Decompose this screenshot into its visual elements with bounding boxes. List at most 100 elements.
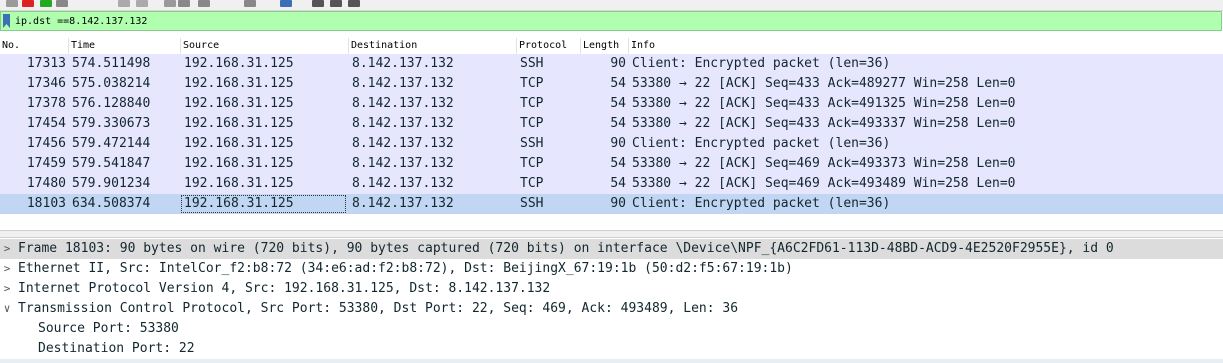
chevron-right-icon[interactable]: > (2, 259, 12, 279)
packet-info: 53380 → 22 [ACK] Seq=433 Ack=493337 Win=… (632, 116, 1016, 131)
packet-row[interactable]: 17454 579.330673 192.168.31.125 8.142.137.1… (0, 114, 1223, 134)
packet-destination: 8.142.137.132 (352, 196, 454, 211)
packet-time: 579.330673 (72, 116, 151, 131)
first-packet-icon[interactable] (178, 0, 190, 7)
detail-tree-item[interactable]: > Frame 18103: 90 bytes on wire (720 bits… (0, 239, 1223, 259)
packet-length: 90 (610, 196, 626, 211)
packet-destination: 8.142.137.132 (352, 176, 454, 191)
packet-protocol: TCP (520, 96, 544, 111)
detail-tree-item[interactable]: Source Port: 53380 (0, 319, 1223, 339)
close-file-icon[interactable] (22, 0, 34, 7)
last-packet-icon[interactable] (198, 0, 210, 7)
zoom-out-icon[interactable] (330, 0, 342, 7)
packet-row[interactable]: 17378 576.128840 192.168.31.125 8.142.137.1… (0, 94, 1223, 114)
packet-source: 192.168.31.125 (184, 136, 294, 151)
column-header-source[interactable]: Source (180, 38, 348, 54)
detail-tree-label: Transmission Control Protocol, Src Port:… (18, 301, 739, 316)
colorize-icon[interactable] (280, 0, 292, 7)
packet-no: 17459 (26, 156, 66, 171)
packet-source: 192.168.31.125 (184, 156, 294, 171)
go-back-icon[interactable] (118, 0, 130, 7)
packet-length: 90 (610, 136, 626, 151)
main-toolbar (0, 0, 1223, 11)
packet-info: Client: Encrypted packet (len=36) (632, 196, 891, 211)
packet-protocol: SSH (520, 56, 544, 71)
go-forward-icon[interactable] (136, 0, 148, 7)
packet-destination: 8.142.137.132 (352, 136, 454, 151)
packet-no: 17378 (26, 96, 66, 111)
detail-tree-item[interactable]: Destination Port: 22 (0, 339, 1223, 359)
packet-destination: 8.142.137.132 (352, 56, 454, 71)
packet-length: 54 (610, 176, 626, 191)
chevron-right-icon[interactable]: > (2, 239, 12, 259)
packet-info: Client: Encrypted packet (len=36) (632, 56, 891, 71)
column-header-length[interactable]: Length (580, 38, 628, 54)
detail-tree-item[interactable]: > Internet Protocol Version 4, Src: 192.1… (0, 279, 1223, 299)
autoscroll-icon[interactable] (244, 0, 256, 7)
packet-destination: 8.142.137.132 (352, 76, 454, 91)
packet-protocol: TCP (520, 176, 544, 191)
packet-info: 53380 → 22 [ACK] Seq=469 Ack=493489 Win=… (632, 176, 1016, 191)
packet-info: 53380 → 22 [ACK] Seq=433 Ack=489277 Win=… (632, 76, 1016, 91)
packet-time: 579.472144 (72, 136, 151, 151)
packet-time: 574.511498 (72, 56, 151, 71)
packet-source: 192.168.31.125 (184, 116, 294, 131)
packet-destination: 8.142.137.132 (352, 156, 454, 171)
packet-time: 634.508374 (72, 196, 151, 211)
packet-row-selected[interactable]: 18103 634.508374 192.168.31.125 8.142.137.1… (0, 194, 1223, 214)
detail-tree-label: Frame 18103: 90 bytes on wire (720 bits)… (18, 241, 1114, 256)
packet-row[interactable]: 17313 574.511498 192.168.31.125 8.142.137.1… (0, 54, 1223, 74)
packet-no: 17456 (26, 136, 66, 151)
bookmark-icon[interactable] (3, 14, 10, 28)
column-header-protocol[interactable]: Protocol (516, 38, 580, 54)
packet-time: 579.541847 (72, 156, 151, 171)
packet-source: 192.168.31.125 (184, 96, 294, 111)
packet-destination: 8.142.137.132 (352, 96, 454, 111)
packet-row[interactable]: 17456 579.472144 192.168.31.125 8.142.137.1… (0, 134, 1223, 154)
packet-row[interactable]: 17346 575.038214 192.168.31.125 8.142.137.1… (0, 74, 1223, 94)
pane-splitter[interactable] (0, 230, 1223, 238)
packet-length: 54 (610, 116, 626, 131)
detail-tree-item[interactable]: > Ethernet II, Src: IntelCor_f2:b8:72 (34… (0, 259, 1223, 279)
detail-tree-label: Destination Port: 22 (38, 341, 195, 356)
chevron-right-icon[interactable]: > (2, 279, 12, 299)
packet-time: 579.901234 (72, 176, 151, 191)
packet-time: 576.128840 (72, 96, 151, 111)
display-filter-input[interactable] (15, 13, 1215, 29)
packet-protocol: SSH (520, 136, 544, 151)
packet-info: Client: Encrypted packet (len=36) (632, 136, 891, 151)
packet-protocol: TCP (520, 156, 544, 171)
detail-tree-label: Internet Protocol Version 4, Src: 192.16… (18, 281, 551, 296)
chevron-down-icon[interactable]: ∨ (2, 299, 12, 319)
packet-no: 18103 (26, 196, 66, 211)
packet-no: 17480 (26, 176, 66, 191)
packet-time: 575.038214 (72, 76, 151, 91)
display-filter-bar (0, 11, 1222, 31)
zoom-in-icon[interactable] (312, 0, 324, 7)
go-to-packet-icon[interactable] (164, 0, 176, 7)
column-header-time[interactable]: Time (68, 38, 180, 54)
packet-bytes-pane-edge (0, 359, 1223, 363)
detail-tree-label: Ethernet II, Src: IntelCor_f2:b8:72 (34:… (18, 261, 793, 276)
packet-source: 192.168.31.125 (184, 76, 294, 91)
open-icon[interactable] (6, 0, 18, 7)
save-icon[interactable] (40, 0, 52, 7)
zoom-reset-icon[interactable] (348, 0, 360, 7)
packet-source: 192.168.31.125 (184, 56, 294, 71)
packet-destination: 8.142.137.132 (352, 116, 454, 131)
packet-info: 53380 → 22 [ACK] Seq=433 Ack=491325 Win=… (632, 96, 1016, 111)
packet-no: 17454 (26, 116, 66, 131)
packet-no: 17313 (26, 56, 66, 71)
column-header-no[interactable]: No. (0, 38, 68, 54)
detail-tree-label: Source Port: 53380 (38, 321, 179, 336)
reload-icon[interactable] (56, 0, 68, 7)
column-header-info[interactable]: Info (628, 38, 1223, 54)
packet-info: 53380 → 22 [ACK] Seq=469 Ack=493373 Win=… (632, 156, 1016, 171)
packet-row[interactable]: 17459 579.541847 192.168.31.125 8.142.137.1… (0, 154, 1223, 174)
packet-protocol: TCP (520, 116, 544, 131)
packet-row[interactable]: 17480 579.901234 192.168.31.125 8.142.137.1… (0, 174, 1223, 194)
packet-no: 17346 (26, 76, 66, 91)
packet-protocol: TCP (520, 76, 544, 91)
column-header-destination[interactable]: Destination (348, 38, 516, 54)
detail-tree-item[interactable]: ∨ Transmission Control Protocol, Src Port… (0, 299, 1223, 319)
